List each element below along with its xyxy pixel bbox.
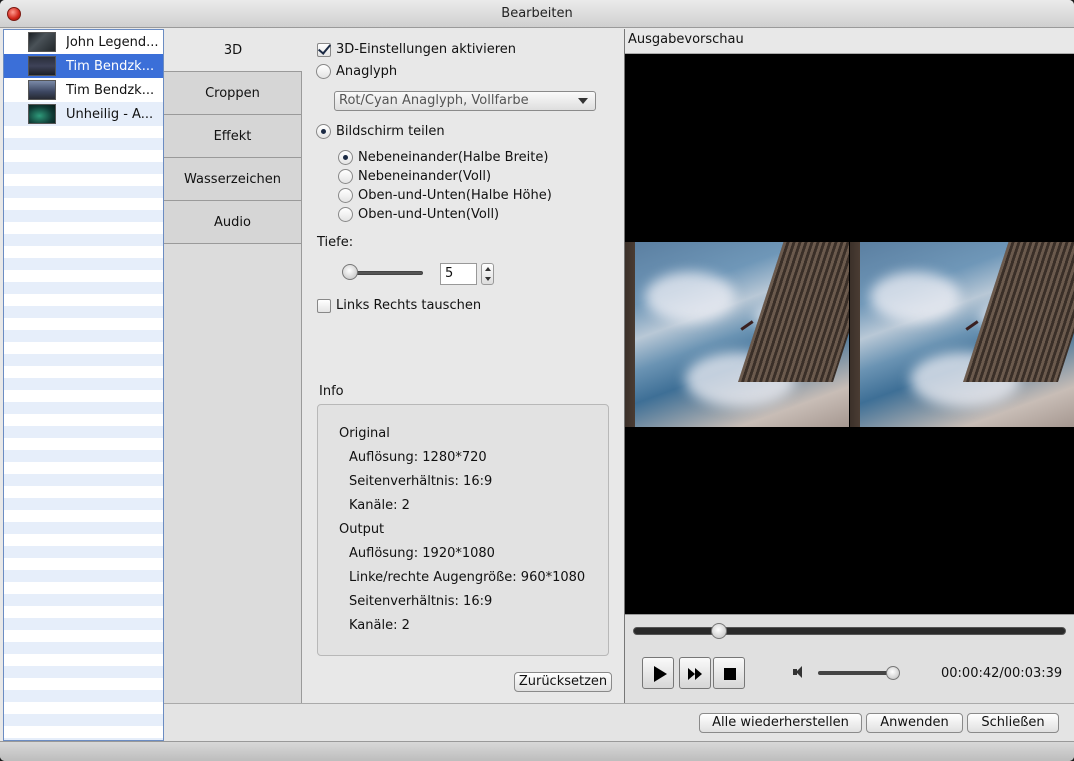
chevron-down-icon (578, 98, 588, 104)
split-option-row[interactable]: Oben-und-Unten(Halbe Höhe) (338, 188, 552, 203)
anaglyph-select-value: Rot/Cyan Anaglyph, Vollfarbe (339, 93, 529, 108)
split-option-label: Nebeneinander(Voll) (358, 169, 492, 184)
depth-input[interactable]: 5 (440, 263, 477, 285)
split-screen-row[interactable]: Bildschirm teilen (316, 124, 445, 139)
tab-effekt[interactable]: Effekt (164, 115, 301, 158)
split-option-radio[interactable] (338, 150, 353, 165)
apply-button[interactable]: Anwenden (866, 713, 963, 733)
tab-wasserzeichen[interactable]: Wasserzeichen (164, 158, 301, 201)
output-channels: Kanäle: 2 (349, 618, 410, 633)
fast-forward-button[interactable] (679, 657, 711, 689)
enable-3d-row[interactable]: 3D-Einstellungen aktivieren (317, 42, 516, 57)
window-title: Bearbeiten (501, 6, 573, 21)
playback-progress-handle[interactable] (711, 623, 727, 639)
split-option-label: Oben-und-Unten(Voll) (358, 207, 500, 222)
anaglyph-select[interactable]: Rot/Cyan Anaglyph, Vollfarbe (334, 91, 596, 111)
file-item[interactable]: Tim Bendzk... (4, 78, 163, 102)
output-eye-size: Linke/rechte Augengröße: 960*1080 (349, 570, 586, 585)
video-thumbnail (28, 80, 56, 100)
depth-slider-handle[interactable] (342, 264, 358, 280)
depth-slider-track[interactable] (348, 271, 423, 275)
file-name: Unheilig - A... (66, 106, 154, 122)
tab-croppen[interactable]: Croppen (164, 72, 301, 115)
swap-checkbox[interactable] (317, 298, 331, 313)
file-item[interactable]: John Legend... (4, 30, 163, 54)
settings-panel: 3D-Einstellungen aktivieren Anaglyph Rot… (303, 29, 624, 703)
left-eye-image (625, 242, 849, 427)
enable-3d-label: 3D-Einstellungen aktivieren (336, 42, 517, 57)
depth-label: Tiefe: (317, 235, 354, 250)
split-option-row[interactable]: Nebeneinander(Voll) (338, 169, 491, 184)
file-item-selected[interactable]: Tim Bendzk... (4, 54, 163, 78)
file-name: Tim Bendzk... (66, 82, 155, 98)
anaglyph-label: Anaglyph (336, 64, 398, 79)
output-aspect: Seitenverhältnis: 16:9 (349, 594, 493, 609)
right-eye-image (850, 242, 1074, 427)
split-option-label: Nebeneinander(Halbe Breite) (358, 150, 549, 165)
anaglyph-radio[interactable] (316, 64, 331, 79)
split-option-label: Oben-und-Unten(Halbe Höhe) (358, 188, 552, 203)
title-bar: Bearbeiten (0, 0, 1074, 28)
depth-stepper[interactable] (481, 263, 494, 285)
split-option-row[interactable]: Nebeneinander(Halbe Breite) (338, 150, 548, 165)
split-screen-radio[interactable] (316, 124, 331, 139)
file-item[interactable]: Unheilig - A... (4, 102, 163, 126)
playback-progress-track[interactable] (633, 627, 1066, 635)
play-icon (654, 666, 667, 682)
original-resolution: Auflösung: 1280*720 (349, 450, 487, 465)
output-heading: Output (339, 522, 385, 537)
split-option-radio[interactable] (338, 207, 353, 222)
stepper-down-icon[interactable] (485, 277, 491, 281)
swap-row[interactable]: Links Rechts tauschen (317, 298, 481, 313)
volume-icon[interactable] (793, 665, 809, 679)
reset-button[interactable]: Zurücksetzen (514, 672, 612, 692)
file-name: Tim Bendzk... (66, 58, 155, 74)
restore-all-button[interactable]: Alle wiederherstellen (699, 713, 862, 733)
video-thumbnail (28, 104, 56, 124)
original-heading: Original (339, 426, 390, 441)
original-aspect: Seitenverhältnis: 16:9 (349, 474, 493, 489)
file-list: John Legend... Tim Bendzk... Tim Bendzk.… (3, 29, 164, 741)
preview-title: Ausgabevorschau (625, 29, 1074, 54)
close-button[interactable]: Schließen (967, 713, 1059, 733)
anaglyph-row[interactable]: Anaglyph (316, 64, 397, 79)
output-resolution: Auflösung: 1920*1080 (349, 546, 495, 561)
stepper-up-icon[interactable] (485, 267, 491, 271)
stop-icon (724, 668, 736, 680)
tab-3d[interactable]: 3D (164, 29, 302, 72)
playback-time: 00:00:42/00:03:39 (941, 666, 1063, 681)
tab-audio[interactable]: Audio (164, 201, 301, 244)
volume-slider-track[interactable] (818, 671, 894, 675)
split-option-radio[interactable] (338, 188, 353, 203)
volume-slider-handle[interactable] (886, 666, 900, 680)
info-box: Original Auflösung: 1280*720 Seitenverhä… (317, 404, 609, 656)
swap-label: Links Rechts tauschen (336, 298, 482, 313)
output-preview: Ausgabevorschau 00:00:42/00:03:39 (624, 29, 1074, 703)
split-option-radio[interactable] (338, 169, 353, 184)
split-option-row[interactable]: Oben-und-Unten(Voll) (338, 207, 499, 222)
enable-3d-checkbox[interactable] (317, 42, 331, 57)
stop-button[interactable] (713, 657, 745, 689)
play-button[interactable] (642, 657, 674, 689)
edit-window: Bearbeiten John Legend... Tim Bendzk... … (0, 0, 1074, 761)
edit-tabs: 3D Croppen Effekt Wasserzeichen Audio (164, 29, 302, 703)
original-channels: Kanäle: 2 (349, 498, 410, 513)
file-name: John Legend... (66, 34, 159, 50)
video-frame (625, 210, 1074, 460)
fast-forward-icon (688, 668, 704, 680)
split-screen-label: Bildschirm teilen (336, 124, 445, 139)
status-bar (0, 741, 1074, 761)
video-thumbnail (28, 56, 56, 76)
bottom-bar: Alle wiederherstellen Anwenden Schließen (164, 703, 1074, 741)
video-thumbnail (28, 32, 56, 52)
info-title: Info (319, 384, 344, 399)
